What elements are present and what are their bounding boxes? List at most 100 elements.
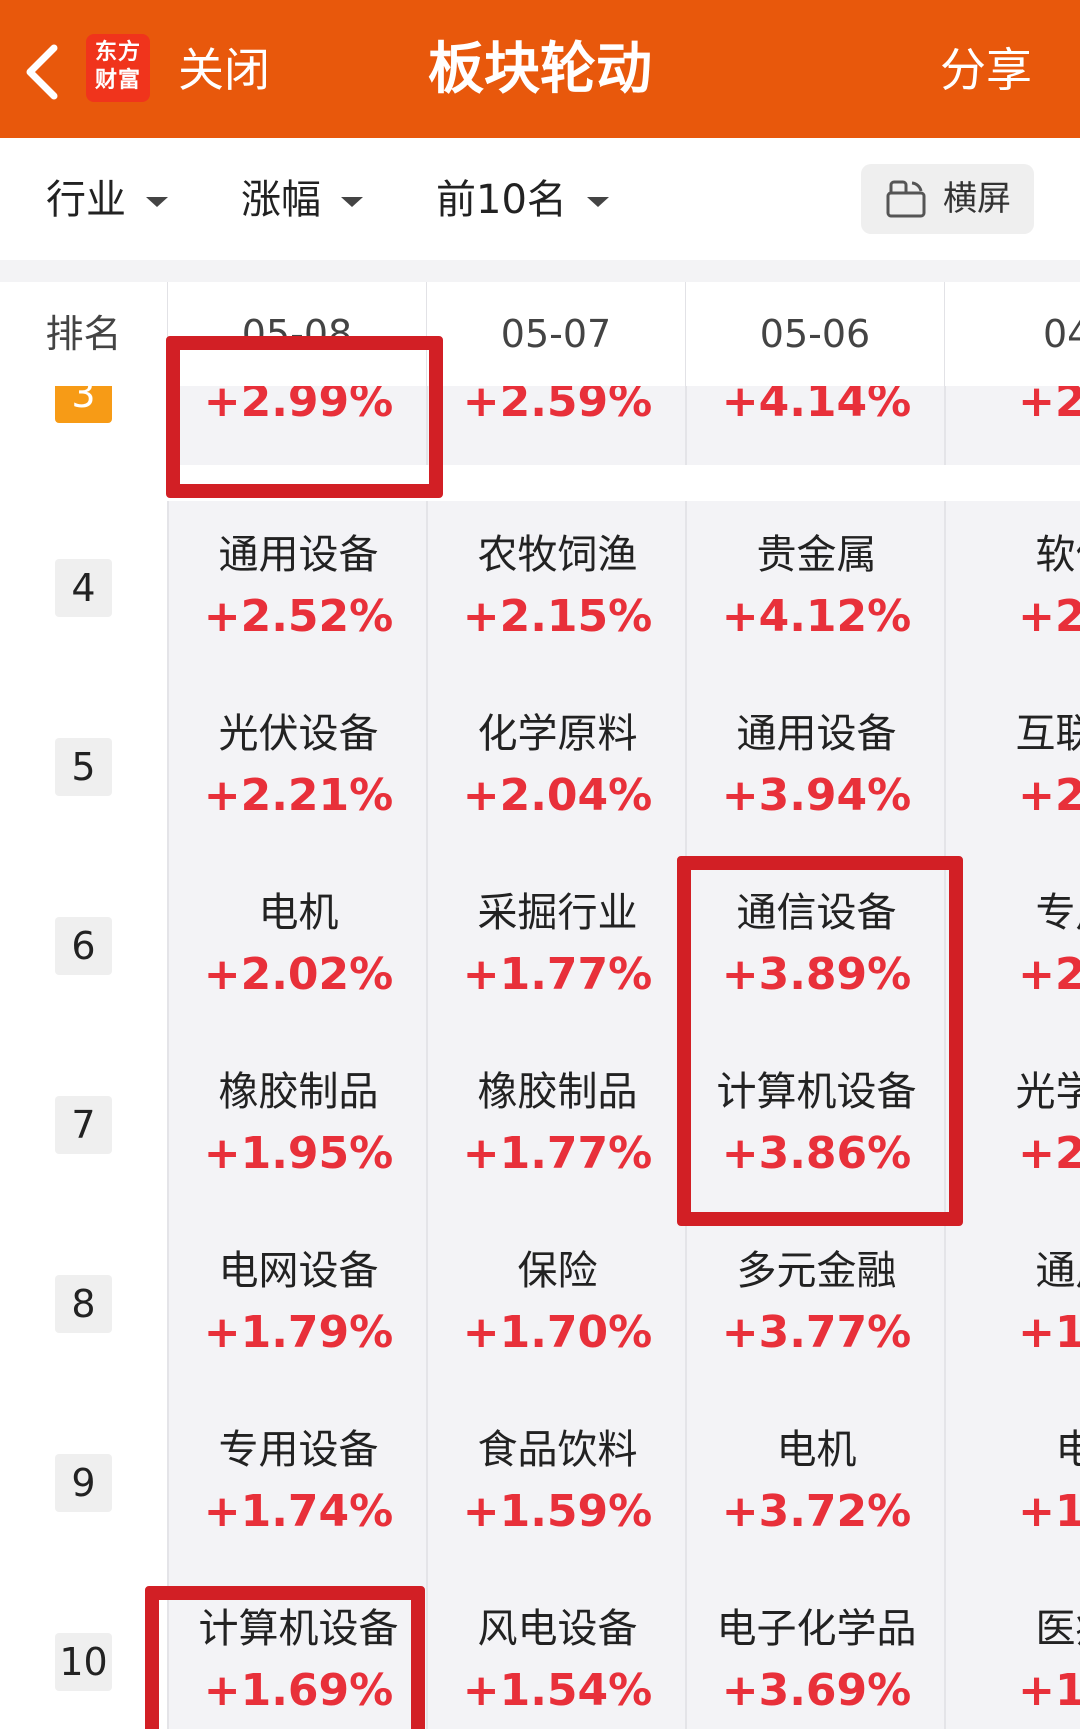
- sector-cell[interactable]: 专用设备 +1.74%: [167, 1396, 426, 1575]
- sector-name: 橡胶制品: [477, 1069, 638, 1115]
- sector-change: +1.70%: [462, 1307, 653, 1358]
- sector-cell[interactable]: 电 +1.8: [944, 1396, 1080, 1575]
- sector-change: +1.77%: [462, 949, 653, 1000]
- sector-rotation-table[interactable]: 排名 05-08 05-07 05-06 04- 3通信设备+2.99%化肥行业…: [0, 282, 1080, 1729]
- sector-cell[interactable]: 多元金融 +3.77%: [685, 1217, 944, 1396]
- rank-badge: 4: [55, 559, 112, 617]
- metric-dropdown[interactable]: 涨幅: [241, 172, 363, 228]
- sector-change: +1.77%: [462, 1128, 653, 1179]
- rank-badge: 7: [55, 1096, 112, 1154]
- page-title: 板块轮动: [428, 37, 652, 102]
- table-row: 4 通用设备 +2.52% 农牧饲渔 +2.15% 贵金属 +4.12% 软件 +2.5: [0, 501, 1080, 680]
- dropdown-caret-icon: [146, 197, 168, 207]
- filter-bar: 行业 涨幅 前10名 横屏: [0, 138, 1080, 260]
- landscape-button[interactable]: 横屏: [861, 164, 1034, 234]
- rank-cell: 9: [0, 1396, 167, 1575]
- sector-cell[interactable]: 电机 +3.72%: [685, 1396, 944, 1575]
- rank-badge: 9: [55, 1454, 112, 1512]
- sector-change: +2.52%: [203, 591, 394, 642]
- sector-cell[interactable]: 计算机设备 +3.86%: [685, 1038, 944, 1217]
- sector-name: 橡胶制品: [218, 1069, 379, 1115]
- rotate-screen-icon: [886, 180, 926, 218]
- sector-cell[interactable]: 风电设备 +1.54%: [426, 1575, 685, 1729]
- sector-cell[interactable]: 贵金属 +4.12%: [685, 501, 944, 680]
- sector-cell[interactable]: 通用 +1.9: [944, 1217, 1080, 1396]
- sector-change: +2.2: [1018, 770, 1080, 821]
- sector-change: +3.69%: [721, 1665, 912, 1716]
- sector-change: +1.95%: [203, 1128, 394, 1179]
- sector-cell[interactable]: 计算机设备 +1.69%: [167, 1575, 426, 1729]
- dropdown-caret-icon: [586, 197, 609, 207]
- sector-change: +2.02%: [203, 949, 394, 1000]
- sector-name: 通用设备: [218, 532, 379, 578]
- sector-cell[interactable]: 通用设备 +3.94%: [685, 680, 944, 859]
- category-dropdown[interactable]: 行业: [46, 172, 168, 228]
- sector-name: 专用: [1035, 890, 1080, 936]
- sector-cell[interactable]: 化学原料 +2.04%: [426, 680, 685, 859]
- rank-cell: 6: [0, 859, 167, 1038]
- rank-cell: 5: [0, 680, 167, 859]
- sector-name: 贵金属: [756, 532, 877, 578]
- sector-cell[interactable]: 医疗 +1.8: [944, 1575, 1080, 1729]
- rank-cell: 4: [0, 501, 167, 680]
- rank-cell: 8: [0, 1217, 167, 1396]
- sector-name: 光伏设备: [218, 711, 379, 757]
- sector-change: +2.15%: [462, 591, 653, 642]
- sector-change: +3.77%: [721, 1307, 912, 1358]
- share-button[interactable]: 分享: [940, 40, 1032, 100]
- sector-cell[interactable]: 电机 +2.02%: [167, 859, 426, 1038]
- table-row: 10 计算机设备 +1.69% 风电设备 +1.54% 电子化学品 +3.69% 医疗 +1.8: [0, 1575, 1080, 1729]
- sector-cell[interactable]: 保险 +1.70%: [426, 1217, 685, 1396]
- table-row: 6 电机 +2.02% 采掘行业 +1.77% 通信设备 +3.89% 专用 +2.2: [0, 859, 1080, 1038]
- sector-name: 专用设备: [218, 1427, 379, 1473]
- sector-change: +4.12%: [721, 591, 912, 642]
- sector-change: +3.86%: [721, 1128, 912, 1179]
- sector-cell[interactable]: 软件 +2.5: [944, 501, 1080, 680]
- sector-cell[interactable]: 通信设备 +3.89%: [685, 859, 944, 1038]
- date-header[interactable]: 05-07: [426, 282, 685, 386]
- sector-cell[interactable]: 食品饮料 +1.59%: [426, 1396, 685, 1575]
- sector-cell[interactable]: 光学光 +2.1: [944, 1038, 1080, 1217]
- sector-cell[interactable]: 光伏设备 +2.21%: [167, 680, 426, 859]
- sector-cell[interactable]: 橡胶制品 +1.77%: [426, 1038, 685, 1217]
- top-n-label: 前10名: [436, 177, 567, 223]
- sector-name: 通信设备: [736, 890, 897, 936]
- sector-name: 通用: [1035, 1248, 1080, 1294]
- sector-name: 计算机设备: [716, 1069, 917, 1115]
- sector-change: +3.89%: [721, 949, 912, 1000]
- landscape-label: 横屏: [943, 179, 1011, 219]
- sector-name: 保险: [517, 1248, 598, 1294]
- sector-cell[interactable]: 采掘行业 +1.77%: [426, 859, 685, 1038]
- sector-change: +2.21%: [203, 770, 394, 821]
- sector-cell[interactable]: 电子化学品 +3.69%: [685, 1575, 944, 1729]
- sector-cell[interactable]: 通用设备 +2.52%: [167, 501, 426, 680]
- sector-cell[interactable]: 电网设备 +1.79%: [167, 1217, 426, 1396]
- sector-change: +2.1: [1018, 1128, 1080, 1179]
- table-body: 3通信设备+2.99%化肥行业+2.59%消费电子+4.14%消费+2.94通用…: [0, 282, 1080, 1729]
- sector-name: 通用设备: [736, 711, 897, 757]
- sector-name: 电: [946, 1422, 1080, 1478]
- sector-cell[interactable]: 互联网 +2.2: [944, 680, 1080, 859]
- date-header[interactable]: 04-: [944, 282, 1080, 386]
- rank-cell: 7: [0, 1038, 167, 1217]
- date-header[interactable]: 05-08: [167, 282, 426, 386]
- sector-name: 电机: [258, 890, 339, 936]
- date-header[interactable]: 05-06: [685, 282, 944, 386]
- sector-cell[interactable]: 橡胶制品 +1.95%: [167, 1038, 426, 1217]
- table-header-row: 排名 05-08 05-07 05-06 04-: [0, 282, 1080, 386]
- table-row: 5 光伏设备 +2.21% 化学原料 +2.04% 通用设备 +3.94% 互联网 +2.2: [0, 680, 1080, 859]
- rank-badge: 6: [55, 917, 112, 975]
- sector-change: +3.94%: [721, 770, 912, 821]
- table-row: 9 专用设备 +1.74% 食品饮料 +1.59% 电机 +3.72% 电 +1.8: [0, 1396, 1080, 1575]
- sector-name: 化学原料: [477, 711, 638, 757]
- top-n-dropdown[interactable]: 前10名: [436, 172, 609, 228]
- sector-cell[interactable]: 专用 +2.2: [944, 859, 1080, 1038]
- sector-name: 互联网: [1015, 711, 1080, 757]
- sector-change: +3.72%: [721, 1486, 912, 1537]
- sector-cell[interactable]: 农牧饲渔 +2.15%: [426, 501, 685, 680]
- sector-change: +1.8: [1018, 1486, 1080, 1537]
- sector-change: +1.8: [1018, 1665, 1080, 1716]
- sector-change: +1.69%: [203, 1665, 394, 1716]
- category-label: 行业: [46, 177, 126, 223]
- table-row: 8 电网设备 +1.79% 保险 +1.70% 多元金融 +3.77% 通用 +1.9: [0, 1217, 1080, 1396]
